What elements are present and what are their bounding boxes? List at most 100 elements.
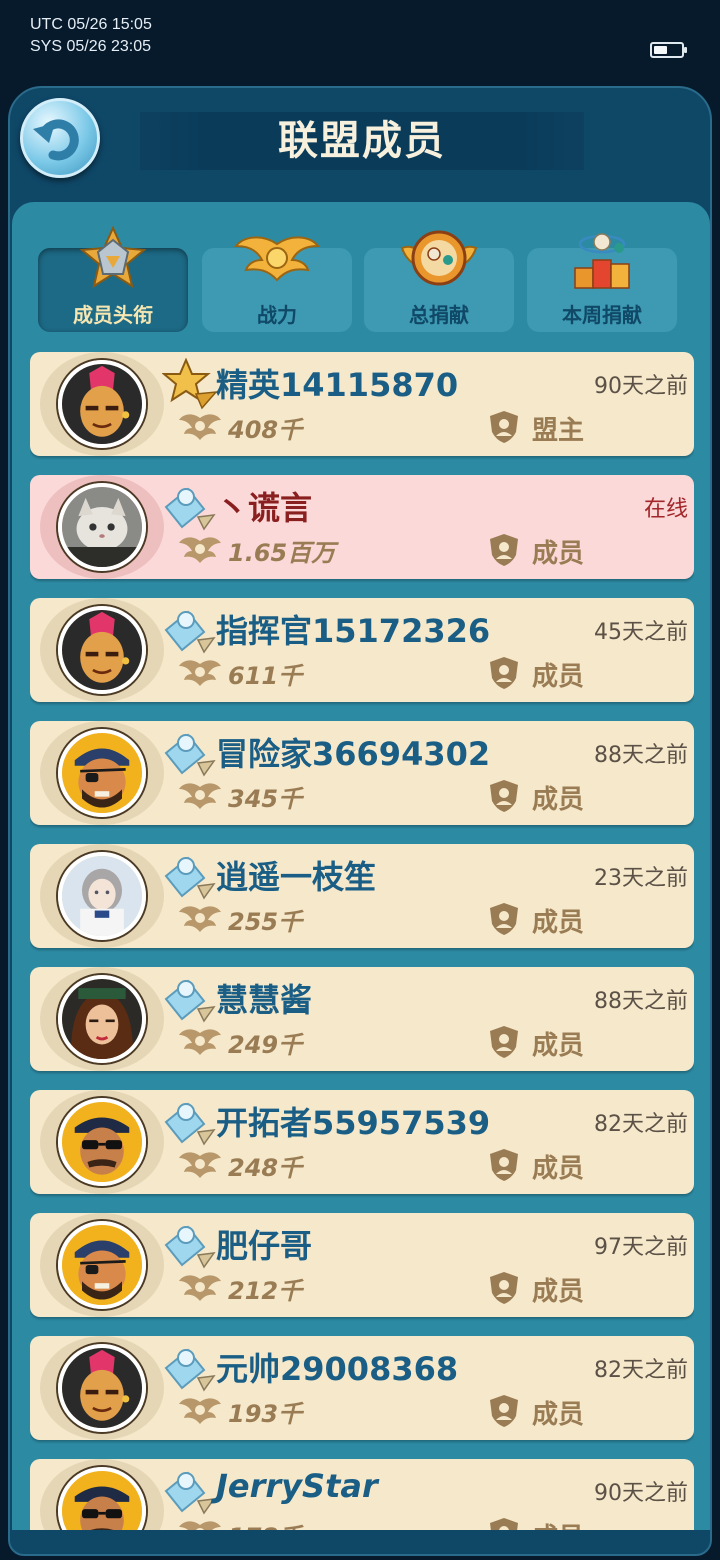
- avatar-image: [62, 1348, 142, 1428]
- member-role: 成员: [532, 662, 585, 692]
- member-name: 指挥官15172326: [216, 612, 491, 650]
- member-row[interactable]: 指挥官15172326 45天之前 611千 成员: [30, 598, 694, 702]
- avatar-image: [62, 364, 142, 444]
- avatar[interactable]: [58, 606, 146, 694]
- avatar-image: [62, 1225, 142, 1305]
- battery-icon: [650, 42, 687, 58]
- member-role: 成员: [532, 908, 585, 938]
- role-shield-icon: [488, 533, 520, 567]
- member-name: 冒险家36694302: [216, 735, 491, 773]
- member-power: 249千: [228, 1031, 303, 1059]
- member-role: 成员: [532, 1400, 585, 1430]
- tab-total-donation[interactable]: 总捐献: [364, 230, 514, 332]
- avatar[interactable]: [58, 1221, 146, 1309]
- member-name: JerryStar: [216, 1467, 378, 1505]
- member-name: 精英14115870: [216, 366, 459, 404]
- member-role: 成员: [532, 539, 585, 569]
- last-seen: 在线: [643, 497, 688, 522]
- avatar-image: [62, 610, 142, 690]
- avatar[interactable]: [58, 852, 146, 940]
- member-row[interactable]: 开拓者55957539 82天之前 248千 成员: [30, 1090, 694, 1194]
- member-power: 1.65百万: [228, 539, 336, 567]
- wings-emblem-icon: [233, 236, 321, 282]
- last-seen: 88天之前: [594, 989, 688, 1014]
- member-row[interactable]: 逍遥一枝笙 23天之前 255千 成员: [30, 844, 694, 948]
- role-shield-icon: [488, 902, 520, 936]
- power-wings-icon: [178, 1517, 222, 1530]
- avatar[interactable]: [58, 1344, 146, 1432]
- role-shield-icon: [488, 1271, 520, 1305]
- avatar[interactable]: [58, 483, 146, 571]
- page-title: 联盟成员: [278, 118, 446, 164]
- member-role: 成员: [532, 1154, 585, 1184]
- member-role: 成员: [532, 785, 585, 815]
- member-rank-icon: [162, 604, 218, 656]
- last-seen: 90天之前: [594, 374, 688, 399]
- member-name: 逍遥一枝笙: [216, 858, 377, 896]
- medal-icon: [400, 230, 478, 286]
- power-wings-icon: [178, 1025, 222, 1059]
- member-name: 开拓者55957539: [216, 1104, 491, 1142]
- role-shield-icon: [488, 1394, 520, 1428]
- avatar-image: [62, 1471, 142, 1530]
- member-row[interactable]: 元帅29008368 82天之前 193千 成员: [30, 1336, 694, 1440]
- avatar-image: [62, 856, 142, 936]
- status-bar: UTC 05/26 15:05 SYS 05/26 23:05: [0, 0, 720, 84]
- avatar[interactable]: [58, 1098, 146, 1186]
- member-row[interactable]: 丶谎言 在线 1.65百万 成员: [30, 475, 694, 579]
- member-rank-icon: [162, 1465, 218, 1517]
- avatar[interactable]: [58, 360, 146, 448]
- member-role: 成员: [532, 1517, 584, 1530]
- role-shield-icon: [488, 410, 520, 444]
- rank-badge-icon: [79, 225, 147, 289]
- back-button[interactable]: [20, 98, 100, 178]
- member-power: 345千: [228, 785, 303, 813]
- member-rank-icon: [162, 727, 218, 779]
- member-row[interactable]: 冒险家36694302 88天之前 345千 成员: [30, 721, 694, 825]
- avatar[interactable]: [58, 975, 146, 1063]
- member-row[interactable]: 肥仔哥 97天之前 212千 成员: [30, 1213, 694, 1317]
- last-seen: 90天之前: [594, 1481, 688, 1506]
- member-row[interactable]: JerryStar 90天之前 178千 成员: [30, 1459, 694, 1530]
- member-row[interactable]: 慧慧酱 88天之前 249千 成员: [30, 967, 694, 1071]
- battery-level: [654, 46, 667, 54]
- member-row[interactable]: 精英14115870 90天之前 408千 盟主: [30, 352, 694, 456]
- power-wings-icon: [178, 656, 222, 690]
- tab-label: 本周捐献: [562, 303, 642, 327]
- member-rank-icon: [162, 973, 218, 1025]
- member-power: 212千: [228, 1277, 303, 1305]
- sys-time: SYS 05/26 23:05: [30, 38, 151, 55]
- member-rank-icon: [162, 1096, 218, 1148]
- member-power: 178千: [228, 1517, 302, 1530]
- role-shield-icon: [488, 779, 520, 813]
- role-shield-icon: [488, 656, 520, 690]
- last-seen: 88天之前: [594, 743, 688, 768]
- member-list[interactable]: 精英14115870 90天之前 408千 盟主 丶谎言 在线 1.65百万 成员 指挥官151…: [30, 352, 694, 1530]
- last-seen: 45天之前: [594, 620, 688, 645]
- member-rank-icon: [162, 1219, 218, 1271]
- avatar-image: [62, 733, 142, 813]
- power-wings-icon: [178, 779, 222, 813]
- tab-member-title[interactable]: 成员头衔: [38, 225, 188, 332]
- tab-label: 战力: [257, 303, 297, 327]
- member-power: 193千: [228, 1400, 303, 1428]
- tab-label: 成员头衔: [73, 303, 153, 327]
- member-power: 408千: [228, 416, 303, 444]
- power-wings-icon: [178, 902, 222, 936]
- power-wings-icon: [178, 410, 222, 444]
- member-name: 慧慧酱: [216, 981, 313, 1019]
- member-rank-icon: [162, 850, 218, 902]
- tab-power[interactable]: 战力: [202, 236, 352, 332]
- avatar[interactable]: [58, 729, 146, 817]
- leader-star-icon: [161, 357, 218, 410]
- last-seen: 23天之前: [594, 866, 688, 891]
- utc-time: UTC 05/26 15:05: [30, 16, 152, 33]
- member-role: 盟主: [532, 416, 585, 446]
- last-seen: 97天之前: [594, 1235, 688, 1260]
- avatar-image: [62, 487, 142, 567]
- member-name: 元帅29008368: [216, 1350, 459, 1388]
- member-rank-icon: [162, 1342, 218, 1394]
- tab-weekly-donation[interactable]: 本周捐献: [527, 233, 677, 332]
- role-shield-icon: [488, 1517, 520, 1530]
- member-power: 248千: [228, 1154, 303, 1182]
